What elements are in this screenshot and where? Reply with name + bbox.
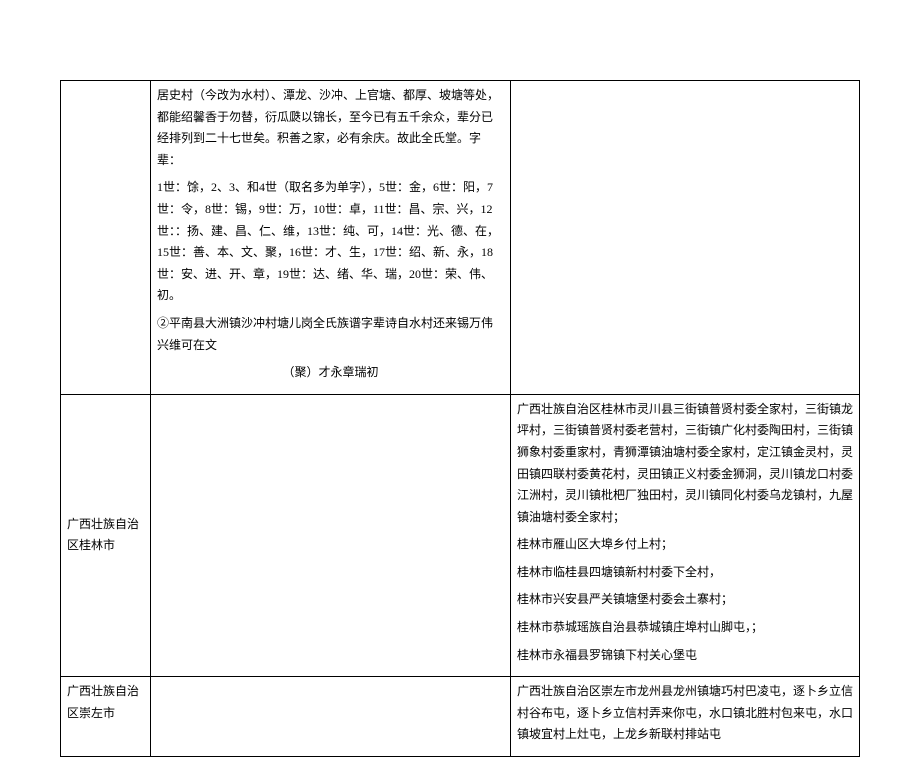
cell-locations: 广西壮族自治区崇左市龙州县龙州镇塘巧村巴凌屯，逐卜乡立信村谷布屯，逐卜乡立信村弄… (511, 677, 860, 757)
paragraph: 桂林市临桂县四塘镇新村村委下全村， (517, 562, 853, 584)
table-row: 广西壮族自治区崇左市 广西壮族自治区崇左市龙州县龙州镇塘巧村巴凌屯，逐卜乡立信村… (61, 677, 860, 757)
cell-locations (511, 81, 860, 395)
paragraph: 桂林市雁山区大埠乡付上村； (517, 534, 853, 556)
table-row: 广西壮族自治区桂林市 广西壮族自治区桂林市灵川县三街镇普贤村委全家村，三街镇龙坪… (61, 394, 860, 677)
paragraph: 桂林市永福县罗锦镇下村关心堡屯 (517, 645, 853, 667)
paragraph: 1世：馀，2、3、和4世（取名多为单字），5世：金，6世：阳，7世：令，8世：锡… (157, 177, 504, 307)
paragraph: 居史村（今改为水村）、潭龙、沙冲、上官塘、都厚、坡塘等处，都能绍馨香于勿替，衍瓜… (157, 85, 504, 171)
cell-region: 广西壮族自治区崇左市 (61, 677, 151, 757)
paragraph: 广西壮族自治区桂林市灵川县三街镇普贤村委全家村，三街镇龙坪村，三街镇普贤村委老营… (517, 399, 853, 529)
cell-genealogy-text (151, 677, 511, 757)
cell-region: 广西壮族自治区桂林市 (61, 394, 151, 677)
table-row: 居史村（今改为水村）、潭龙、沙冲、上官塘、都厚、坡塘等处，都能绍馨香于勿替，衍瓜… (61, 81, 860, 395)
paragraph: 广西壮族自治区崇左市龙州县龙州镇塘巧村巴凌屯，逐卜乡立信村谷布屯，逐卜乡立信村弄… (517, 681, 853, 746)
cell-genealogy-text (151, 394, 511, 677)
cell-locations: 广西壮族自治区桂林市灵川县三街镇普贤村委全家村，三街镇龙坪村，三街镇普贤村委老营… (511, 394, 860, 677)
paragraph: 桂林市兴安县严关镇塘堡村委会土寨村； (517, 589, 853, 611)
paragraph: ②平南县大洲镇沙冲村塘儿岗全氏族谱字辈诗自水村还来锡万伟兴维可在文 (157, 313, 504, 356)
genealogy-table: 居史村（今改为水村）、潭龙、沙冲、上官塘、都厚、坡塘等处，都能绍馨香于勿替，衍瓜… (60, 80, 860, 757)
paragraph: 桂林市恭城瑶族自治县恭城镇庄埠村山脚屯，； (517, 617, 853, 639)
cell-genealogy-text: 居史村（今改为水村）、潭龙、沙冲、上官塘、都厚、坡塘等处，都能绍馨香于勿替，衍瓜… (151, 81, 511, 395)
paragraph: （聚）才永章瑞初 (157, 362, 504, 384)
cell-region (61, 81, 151, 395)
